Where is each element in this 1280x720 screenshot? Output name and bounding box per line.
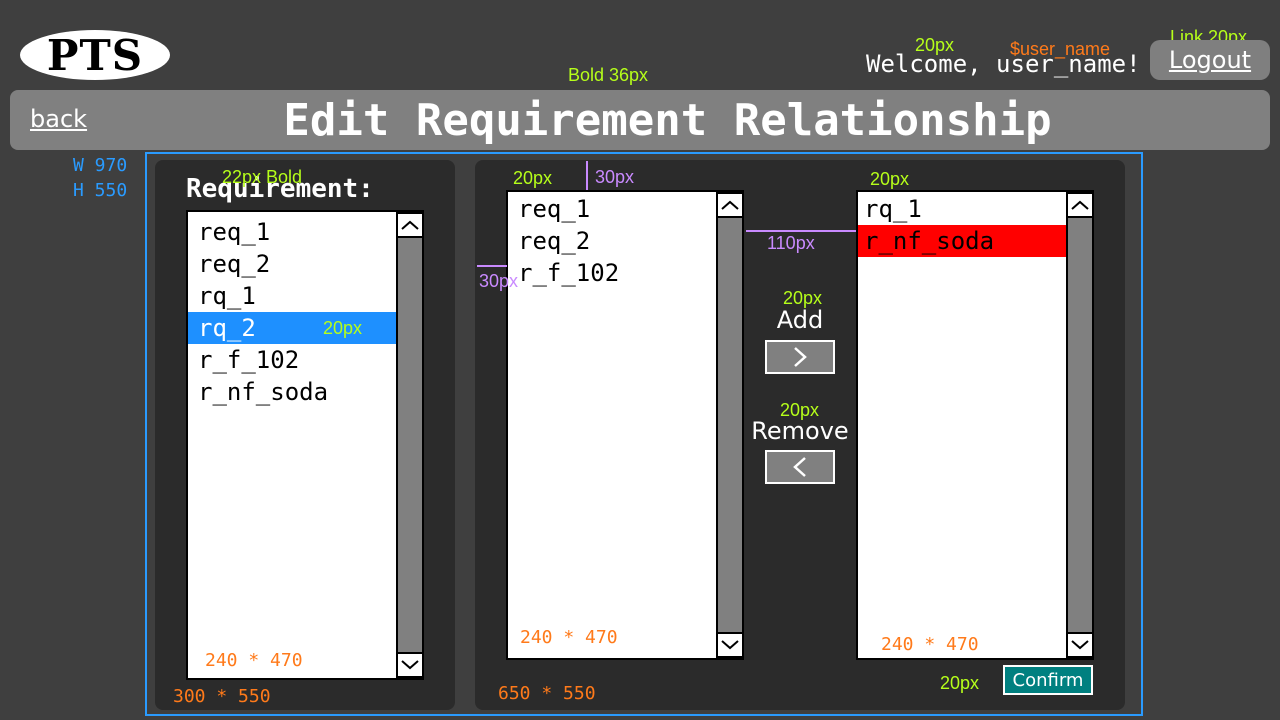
list-item[interactable]: req_1 [508, 193, 716, 225]
list-item-label: rq_2 [198, 314, 256, 342]
pts-logo: PTS [20, 30, 170, 80]
list-item-selected[interactable]: rq_2 20px [188, 312, 396, 344]
spacing-marker-left [477, 265, 507, 267]
annotation-middle-spacing: 110px [767, 233, 815, 253]
annotation-height: H 550 [73, 180, 128, 201]
scroll-up-button[interactable] [1066, 192, 1094, 218]
list-item[interactable]: rq_1 [188, 280, 396, 312]
scroll-down-button[interactable] [716, 632, 744, 658]
list-item[interactable]: r_f_102 [508, 257, 716, 289]
annotation-top-spacing: 30px [595, 167, 635, 187]
target-scrollbar[interactable] [1066, 190, 1094, 660]
annotation-bold36: Bold 36px [568, 65, 649, 85]
list-item[interactable]: req_2 [188, 248, 396, 280]
requirement-list[interactable]: req_1 req_2 rq_1 rq_2 20px r_f_102 r_nf_s… [186, 210, 398, 680]
scroll-down-button[interactable] [396, 652, 424, 678]
chevron-up-icon [721, 200, 739, 210]
annotation-add-size: 20px [783, 288, 823, 308]
logout-label: Logout [1168, 46, 1252, 74]
list-item[interactable]: rq_1 [858, 193, 1066, 225]
annotation-target-size: 20px [870, 169, 910, 189]
chevron-right-icon [794, 347, 807, 367]
list-item[interactable]: r_nf_soda [188, 376, 396, 408]
annotation-list-size: 240 * 470 [881, 634, 979, 655]
annotation-panel-size: 650 * 550 [498, 683, 596, 704]
source-list[interactable]: req_1 req_2 r_f_102 [506, 190, 718, 660]
logout-button[interactable]: Logout [1150, 40, 1270, 80]
list-item[interactable]: r_f_102 [188, 344, 396, 376]
welcome-text: Welcome, user_name! [866, 50, 1141, 78]
annotation-item-size: 20px [323, 318, 363, 338]
chevron-up-icon [1071, 200, 1089, 210]
chevron-up-icon [401, 220, 419, 230]
annotation-list-size: 240 * 470 [205, 650, 303, 671]
annotation-confirm-size: 20px [940, 673, 980, 693]
scroll-up-button[interactable] [396, 212, 424, 238]
list-item[interactable]: req_2 [508, 225, 716, 257]
scroll-up-button[interactable] [716, 192, 744, 218]
scroll-down-button[interactable] [1066, 632, 1094, 658]
add-button[interactable] [765, 340, 835, 374]
chevron-down-icon [721, 640, 739, 650]
target-list[interactable]: rq_1 r_nf_soda [856, 190, 1068, 660]
logo-text: PTS [46, 30, 144, 80]
list-item-highlighted[interactable]: r_nf_soda [858, 225, 1066, 257]
requirement-scrollbar[interactable] [396, 210, 424, 680]
annotation-width: W 970 [73, 155, 128, 176]
confirm-button[interactable]: Confirm [1003, 665, 1093, 695]
annotation-panel-size: 300 * 550 [173, 686, 271, 707]
annotation-heading-size: 22px Bold [222, 167, 303, 187]
annotation-list-size: 240 * 470 [520, 627, 618, 648]
annotation-left-spacing: 30px [479, 271, 519, 291]
spacing-marker-middle [746, 230, 856, 232]
chevron-left-icon [793, 457, 806, 477]
page-title: Edit Requirement Relationship [283, 95, 1052, 146]
chevron-down-icon [1071, 640, 1089, 650]
annotation-source-size: 20px [513, 168, 553, 188]
spacing-marker-vertical [586, 161, 588, 190]
remove-label: Remove [751, 417, 849, 445]
add-label: Add [776, 306, 824, 334]
remove-button[interactable] [765, 450, 835, 484]
chevron-down-icon [401, 660, 419, 670]
list-item[interactable]: req_1 [188, 216, 396, 248]
